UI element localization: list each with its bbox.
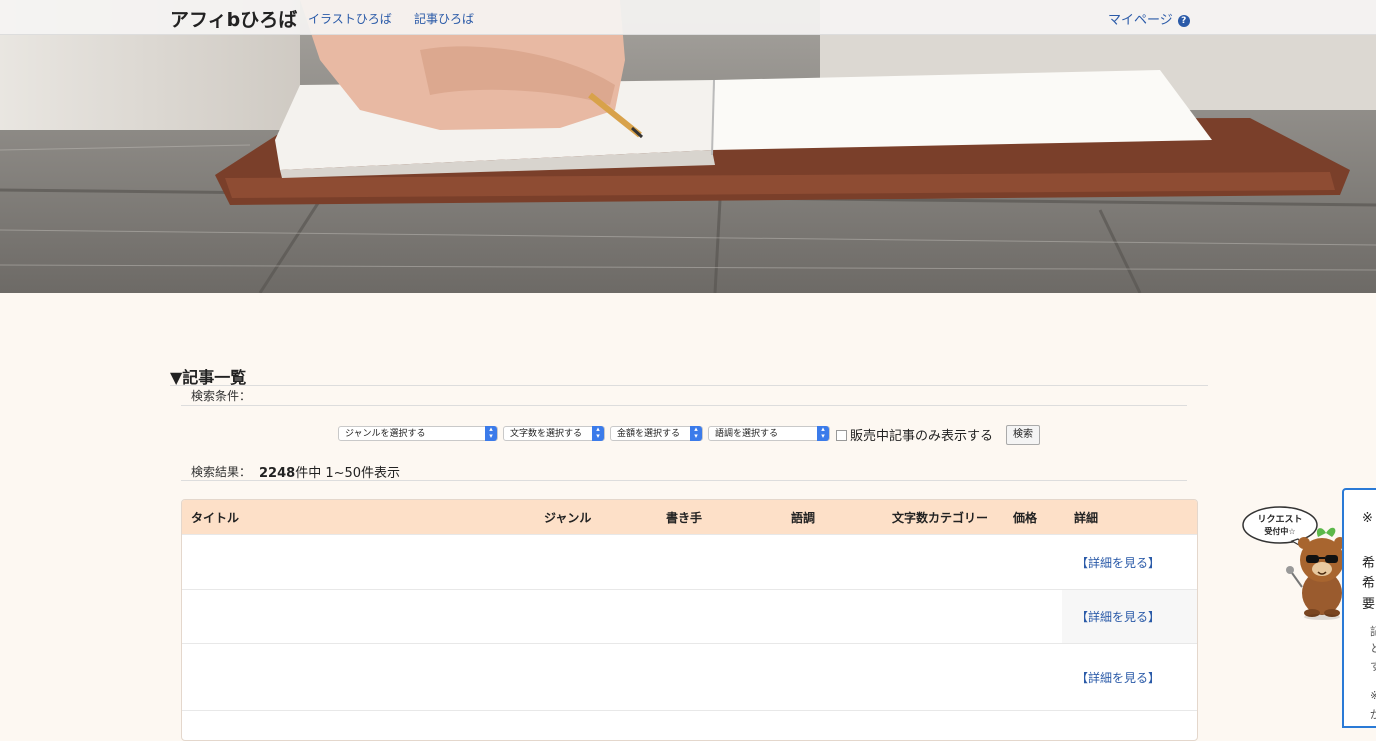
select-arrow-icon: ▴ ▾ xyxy=(592,426,604,441)
col-tone: 語調 xyxy=(791,511,816,525)
tone-select[interactable]: 語調を選択する ▴ ▾ xyxy=(708,426,830,441)
mascot-bubble-text: リクエスト 受付中☆ xyxy=(1248,514,1312,538)
bubble-line-1: リクエスト xyxy=(1257,515,1303,525)
price-select-value: 金額を選択する xyxy=(617,429,681,439)
table-header: タイトル ジャンル 書き手 語調 文字数カテゴリー 価格 詳細 xyxy=(182,500,1197,534)
table-row xyxy=(182,710,1197,740)
condition-divider xyxy=(181,405,1187,406)
col-char-category: 文字数カテゴリー xyxy=(892,511,989,525)
on-sale-only-option[interactable]: 販売中記事のみ表示する xyxy=(836,425,993,444)
mypage-label: マイページ xyxy=(1108,13,1173,28)
price-select[interactable]: 金額を選択する ▴ ▾ xyxy=(610,426,703,441)
select-arrow-icon: ▴ ▾ xyxy=(485,426,497,441)
select-arrow-icon: ▴ ▾ xyxy=(817,426,829,441)
char-count-select[interactable]: 文字数を選択する ▴ ▾ xyxy=(503,426,605,441)
nav-illust-hiroba[interactable]: イラストひろば xyxy=(308,10,392,27)
result-divider xyxy=(181,480,1187,481)
side-panel-small: 記 xyxy=(1370,625,1376,638)
col-title: タイトル xyxy=(191,511,240,525)
nav-article-hiroba[interactable]: 記事ひろば xyxy=(414,10,474,27)
side-panel-line: 希 xyxy=(1362,556,1376,571)
result-total: 2248 xyxy=(259,466,296,481)
search-condition-label: 検索条件： xyxy=(191,389,252,403)
select-arrow-icon: ▴ ▾ xyxy=(690,426,702,441)
request-side-panel: ※ 希 希 要 記 と す ※ が xyxy=(1342,488,1376,728)
table-row: 【詳細を見る】 xyxy=(182,534,1197,590)
on-sale-only-label: 販売中記事のみ表示する xyxy=(850,429,994,444)
genre-select-value: ジャンルを選択する xyxy=(345,429,426,439)
bubble-line-2: 受付中☆ xyxy=(1264,527,1296,536)
hero-image xyxy=(0,0,1376,293)
detail-link[interactable]: 【詳細を見る】 xyxy=(1076,554,1160,571)
search-result-count: 2248件中 1~50件表示 xyxy=(259,462,400,481)
detail-link[interactable]: 【詳細を見る】 xyxy=(1076,669,1160,686)
side-panel-line: ※ xyxy=(1362,511,1373,526)
site-logo[interactable]: アフィbひろば xyxy=(170,5,297,32)
detail-link[interactable]: 【詳細を見る】 xyxy=(1076,608,1160,625)
table-row: 【詳細を見る】 xyxy=(182,643,1197,711)
search-button[interactable]: 検索 xyxy=(1006,425,1040,445)
tone-select-value: 語調を選択する xyxy=(715,429,779,439)
mypage-link[interactable]: マイページ? xyxy=(1108,9,1190,28)
side-panel-small: が xyxy=(1370,708,1376,721)
side-panel-small: す xyxy=(1370,660,1376,673)
char-count-select-value: 文字数を選択する xyxy=(510,429,583,439)
top-navbar: アフィbひろば イラストひろば 記事ひろば マイページ? xyxy=(0,0,1376,35)
table-row: 【詳細を見る】 xyxy=(182,589,1197,644)
side-panel-line: 希 xyxy=(1362,576,1376,591)
side-panel-small: と xyxy=(1370,642,1376,655)
side-panel-line: 要 xyxy=(1362,597,1376,612)
article-table: タイトル ジャンル 書き手 語調 文字数カテゴリー 価格 詳細 【詳細を見る】 … xyxy=(181,499,1198,741)
on-sale-only-checkbox[interactable] xyxy=(836,430,847,441)
request-mascot[interactable]: リクエスト 受付中☆ xyxy=(1240,505,1355,624)
search-result-label: 検索結果： xyxy=(191,465,252,479)
col-price: 価格 xyxy=(1013,511,1038,525)
help-icon[interactable]: ? xyxy=(1177,15,1190,27)
col-genre: ジャンル xyxy=(544,511,592,525)
side-panel-small: ※ xyxy=(1370,689,1376,702)
genre-select[interactable]: ジャンルを選択する ▴ ▾ xyxy=(338,426,498,441)
heading-divider xyxy=(170,385,1208,386)
col-detail: 詳細 xyxy=(1074,511,1099,525)
col-writer: 書き手 xyxy=(666,511,703,525)
result-range: 件中 1~50件表示 xyxy=(295,466,401,481)
